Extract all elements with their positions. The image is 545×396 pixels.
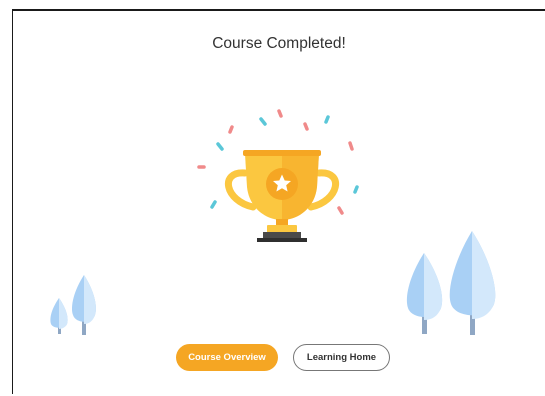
course-overview-button[interactable]: Course Overview xyxy=(176,344,278,371)
confetti-piece xyxy=(337,206,344,215)
confetti-piece xyxy=(210,200,217,209)
learning-home-button[interactable]: Learning Home xyxy=(293,344,390,371)
tree-icon xyxy=(449,231,496,335)
confetti-piece xyxy=(353,185,359,194)
confetti-piece xyxy=(228,125,234,134)
confetti-piece xyxy=(216,142,224,151)
celebration-illustration xyxy=(50,109,496,335)
tree-icon xyxy=(50,298,68,334)
confetti-piece xyxy=(303,122,309,131)
tree-icon xyxy=(406,253,443,334)
trophy-icon xyxy=(225,150,339,242)
confetti-piece xyxy=(259,117,267,126)
confetti-piece xyxy=(277,109,283,118)
course-completed-dialog: Course Completed! Course Overview Learni… xyxy=(12,9,545,394)
confetti-piece xyxy=(348,141,354,151)
confetti-piece xyxy=(324,115,330,124)
tree-icon xyxy=(72,275,96,335)
